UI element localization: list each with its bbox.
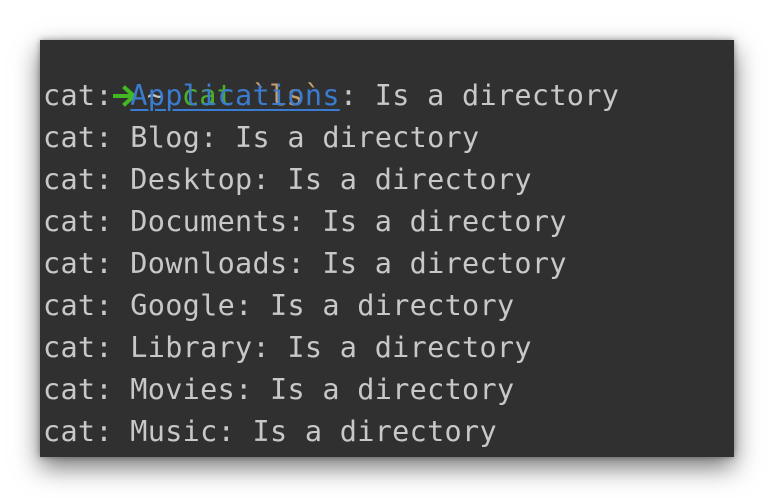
directory-name: Music xyxy=(130,415,218,448)
output-line: cat: Desktop: Is a directory xyxy=(43,159,532,201)
output-prefix: cat: xyxy=(43,415,131,448)
output-suffix: : Is a directory xyxy=(287,205,567,238)
output-line: cat: Applications: Is a directory xyxy=(43,75,619,117)
output-line: cat: Music: Is a directory xyxy=(43,411,497,453)
directory-name: Movies xyxy=(130,373,236,406)
output-line: cat: Blog: Is a directory xyxy=(43,117,479,159)
output-suffix: : Is a directory xyxy=(235,373,515,406)
output-prefix: cat: xyxy=(43,373,131,406)
output-line: cat: Documents: Is a directory xyxy=(43,201,567,243)
output-suffix: : Is a directory xyxy=(200,121,480,154)
output-prefix: cat: xyxy=(43,79,131,112)
output-suffix: : Is a directory xyxy=(287,247,567,280)
output-line: cat: Library: Is a directory xyxy=(43,327,532,369)
output-prefix: cat: xyxy=(43,247,131,280)
directory-link[interactable]: Applications xyxy=(130,79,340,112)
output-prefix: cat: xyxy=(43,205,131,238)
directory-name: Documents xyxy=(130,205,288,238)
directory-name: Library xyxy=(130,331,253,364)
directory-name: Desktop xyxy=(130,163,253,196)
output-line: cat: Google: Is a directory xyxy=(43,285,514,327)
output-prefix: cat: xyxy=(43,331,131,364)
output-suffix: : Is a directory xyxy=(339,79,620,112)
directory-name: Blog xyxy=(130,121,201,154)
prompt-line: ~ cat `ls` xyxy=(43,40,321,112)
directory-name: Downloads xyxy=(130,247,288,280)
output-suffix: : Is a directory xyxy=(252,163,532,196)
output-line: cat: Downloads: Is a directory xyxy=(43,243,567,285)
output-suffix: : Is a directory xyxy=(217,415,497,448)
output-prefix: cat: xyxy=(43,289,131,322)
output-suffix: : Is a directory xyxy=(235,289,515,322)
terminal-window[interactable]: ~ cat `ls` cat: Applications: Is a direc… xyxy=(40,40,734,457)
output-prefix: cat: xyxy=(43,121,131,154)
directory-name: Google xyxy=(130,289,236,322)
output-suffix: : Is a directory xyxy=(252,331,532,364)
output-line: cat: Movies: Is a directory xyxy=(43,369,514,411)
output-prefix: cat: xyxy=(43,163,131,196)
